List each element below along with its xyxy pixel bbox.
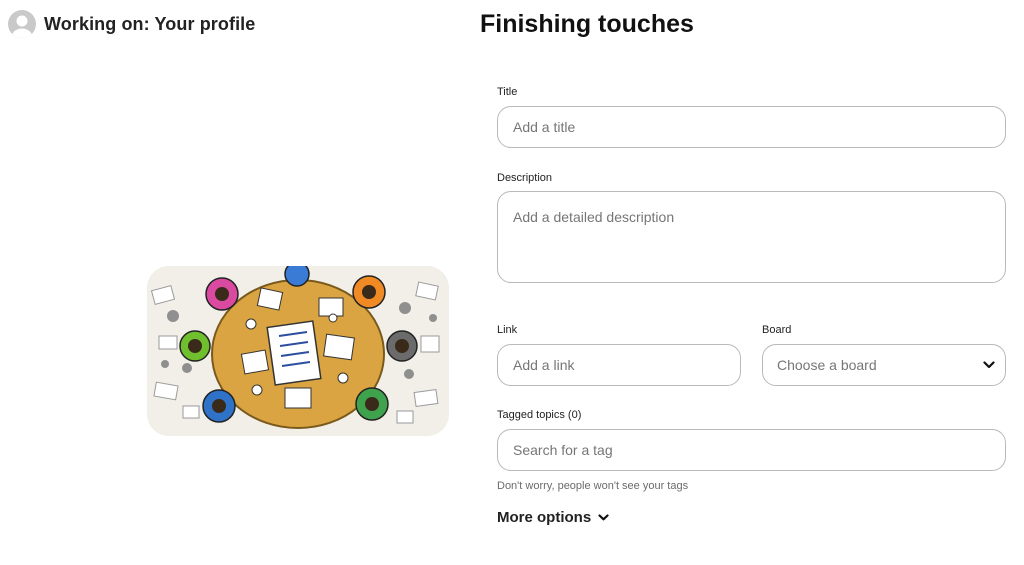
pin-image-preview (147, 266, 449, 436)
board-label: Board (762, 324, 792, 336)
link-label: Link (497, 324, 518, 336)
title-label: Title (497, 86, 518, 98)
link-placeholder: Add a link (513, 357, 575, 373)
chevron-down-icon (983, 361, 995, 369)
tag-search-placeholder: Search for a tag (513, 442, 613, 458)
profile-header: Working on: Your profile (8, 10, 255, 38)
tags-hint-text: Don't worry, people won't see your tags (497, 480, 689, 492)
title-input[interactable]: Add a title (497, 106, 1006, 148)
chevron-down-icon (598, 514, 609, 521)
board-select[interactable]: Choose a board (762, 344, 1006, 386)
description-placeholder: Add a detailed description (513, 209, 675, 225)
page-title: Finishing touches (480, 10, 694, 38)
board-placeholder: Choose a board (777, 357, 877, 373)
user-avatar-icon[interactable] (8, 10, 36, 38)
tagged-topics-label: Tagged topics (0) (497, 409, 582, 421)
tag-search-input[interactable]: Search for a tag (497, 429, 1006, 471)
description-label: Description (497, 172, 553, 184)
working-on-title: Working on: Your profile (44, 13, 256, 34)
link-input[interactable]: Add a link (497, 344, 741, 386)
title-placeholder: Add a title (513, 119, 576, 135)
more-options-button[interactable]: More options (497, 509, 609, 526)
description-textarea[interactable]: Add a detailed description (497, 191, 1006, 283)
more-options-label: More options (497, 509, 592, 526)
team-meeting-illustration (147, 266, 449, 436)
